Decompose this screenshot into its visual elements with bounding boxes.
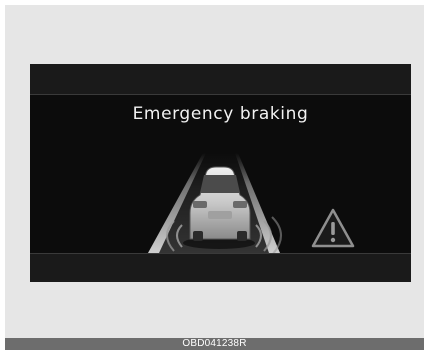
figure-code-label: OBD041238R (5, 338, 424, 350)
display-bottom-band (30, 254, 411, 282)
image-frame: Emergency braking OBD041238R (0, 0, 429, 353)
driving-scene (148, 153, 355, 253)
display-top-band (30, 64, 411, 94)
warning-triangle-icon (311, 208, 355, 248)
cluster-display: Emergency braking (30, 64, 411, 282)
